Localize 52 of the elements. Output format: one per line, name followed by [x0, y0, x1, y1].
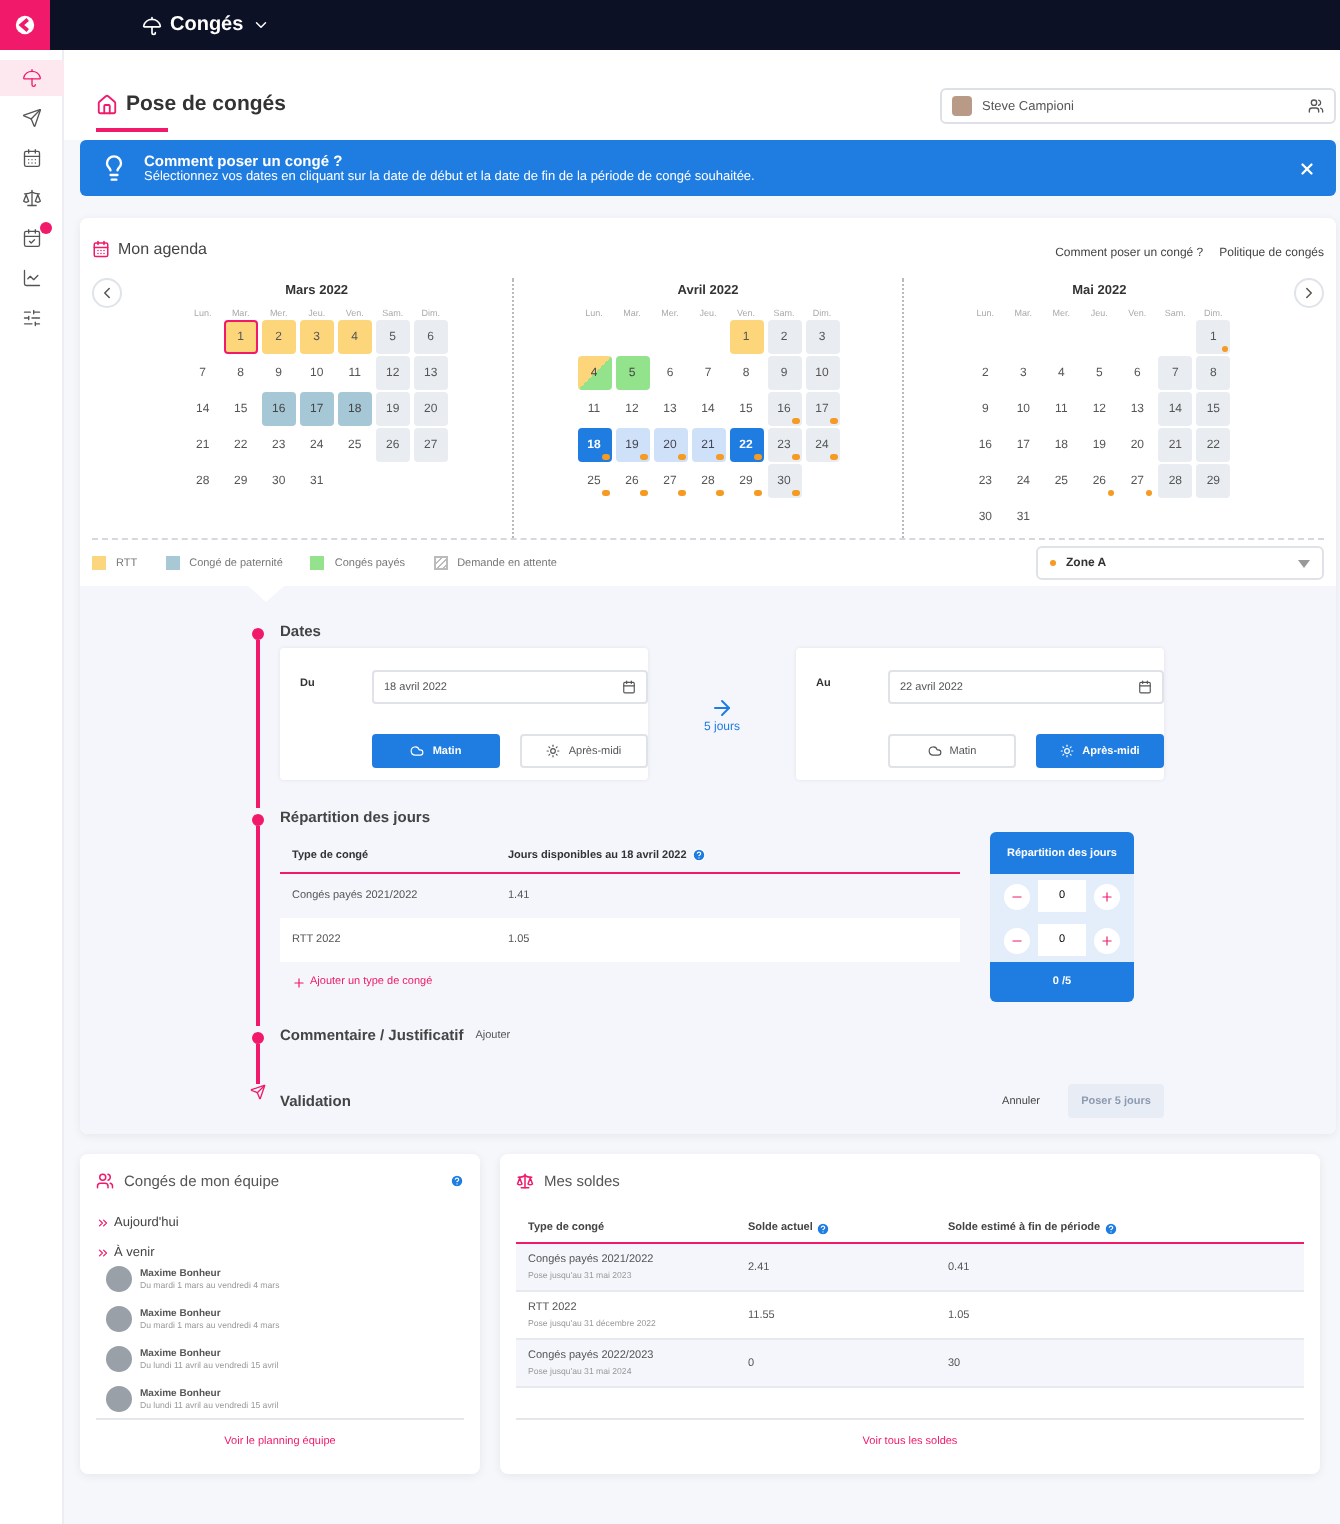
users-icon [1308, 98, 1324, 114]
status-dot [1050, 560, 1056, 566]
sidebar-icon [21, 308, 41, 328]
calendar-icon [1137, 680, 1152, 694]
chevrons-icon [96, 1246, 110, 1260]
previous-button[interactable] [92, 278, 122, 308]
plus-icon [1100, 933, 1114, 947]
help-icon[interactable] [816, 1221, 831, 1235]
plus-button[interactable] [1094, 883, 1120, 909]
cloud-icon [927, 744, 942, 758]
legend-swatch [433, 556, 448, 570]
plus-icon [1100, 889, 1114, 903]
calendar-icon [622, 680, 636, 694]
plus-button[interactable] [1094, 927, 1120, 953]
sidebar-icon [21, 268, 41, 288]
plus-icon [292, 975, 306, 989]
lightbulb-icon [100, 154, 128, 182]
sun-icon [546, 744, 561, 758]
caret-icon [251, 16, 270, 34]
app-menu[interactable]: Congés [142, 14, 270, 36]
page-title: Pose de congés [126, 92, 286, 116]
arrow-right-icon [709, 695, 734, 719]
chevron-left-icon [98, 284, 116, 302]
sun-icon [1060, 744, 1075, 758]
sidebar-icon [21, 188, 41, 208]
avatar [106, 1385, 132, 1412]
sidebar-icon [21, 228, 41, 248]
home-icon [96, 93, 118, 115]
next-button[interactable] [1294, 278, 1325, 308]
close-icon[interactable] [1298, 159, 1316, 177]
sidebar-icon [21, 68, 41, 88]
help-icon[interactable] [1104, 1221, 1119, 1235]
avatar [106, 1266, 132, 1293]
caret-icon [1298, 559, 1310, 567]
sidebar-icon [21, 148, 41, 168]
calendar-icon [92, 239, 110, 257]
app-logo[interactable] [0, 0, 50, 50]
section-title: Mon agenda [118, 239, 207, 257]
avatar [952, 96, 972, 116]
umbrella-icon [142, 15, 162, 35]
avatar [106, 1306, 132, 1333]
logo-icon [14, 14, 36, 36]
chevrons-icon [96, 1216, 110, 1230]
minus-button[interactable] [1004, 883, 1030, 909]
help-icon[interactable] [450, 1174, 464, 1188]
users-icon [96, 1172, 114, 1190]
scale-icon [516, 1172, 534, 1190]
cloud-icon [410, 744, 425, 758]
sidebar-icon [21, 108, 41, 128]
minus-button[interactable] [1004, 927, 1030, 953]
help-icon[interactable] [692, 848, 707, 862]
avatar [106, 1345, 132, 1372]
